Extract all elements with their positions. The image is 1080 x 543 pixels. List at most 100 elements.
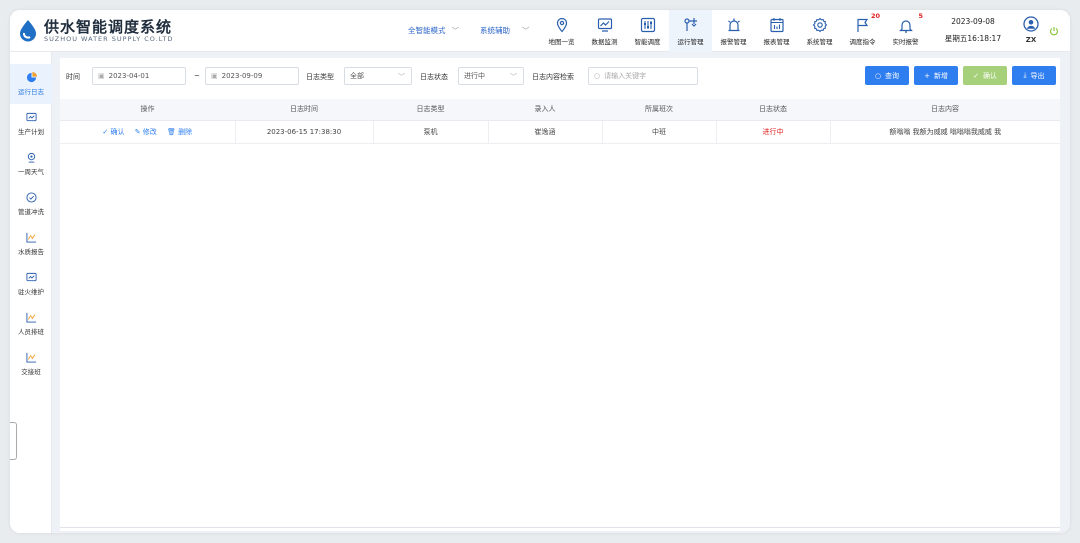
nav-realtime-alarm[interactable]: 5 实时报警 xyxy=(884,10,927,52)
flow-network-icon xyxy=(683,17,697,31)
row-shift: 中班 xyxy=(602,120,717,144)
check-icon: ✓ xyxy=(973,71,979,80)
col-header-shift: 所属班次 xyxy=(602,99,716,121)
sidebar-item-shift-handover[interactable]: 交接班 xyxy=(10,344,52,384)
user-name: ZX xyxy=(1025,36,1037,44)
sidebar-item-weekly-weather[interactable]: 一周天气 xyxy=(10,144,52,184)
row-delete-link[interactable]: 🗑︎ 删除 xyxy=(167,128,192,136)
plus-icon: + xyxy=(924,71,930,80)
log-type-select[interactable]: 全部 ﹀ xyxy=(344,67,412,85)
chevron-down-icon: ﹀ xyxy=(451,26,460,35)
date-range-separator: ~ xyxy=(194,72,200,80)
user-menu[interactable]: ZX xyxy=(1020,16,1042,44)
date-from-input[interactable]: ▣ 2023-04-01 xyxy=(92,67,186,85)
command-badge: 20 xyxy=(870,12,880,20)
row-confirm-link[interactable]: ✓ 确认 xyxy=(102,128,124,136)
power-icon[interactable] xyxy=(1049,26,1059,36)
nav-map[interactable]: 地图一览 xyxy=(540,10,583,52)
filter-bar: 时间 ▣ 2023-04-01 ~ ▣ 2023-09-09 日志类型 全部 ﹀ 日志… xyxy=(60,58,1060,94)
weather-icon xyxy=(27,152,35,163)
calendar-icon: ▣ xyxy=(98,72,105,80)
search-input[interactable]: ○ 请输入关键字 xyxy=(588,67,698,85)
gear-icon xyxy=(812,17,827,32)
nav-monitor[interactable]: 数据监测 xyxy=(583,10,626,52)
table-row: ✓ 确认 ✎ 修改 🗑︎ 删除 2023-06-15 17:38:30 泵机 崔… xyxy=(60,120,1060,144)
col-header-content: 日志内容 xyxy=(830,99,1060,121)
nav-alarm-mgmt[interactable]: 报警管理 xyxy=(712,10,755,52)
alarm-light-icon xyxy=(727,18,740,31)
nav-command[interactable]: 20 调度指令 xyxy=(841,10,884,52)
row-type: 泵机 xyxy=(373,120,489,144)
log-status-select[interactable]: 进行中 ﹀ xyxy=(458,67,524,85)
sidebar-item-pipe-flush[interactable]: 管道冲洗 xyxy=(10,184,52,224)
sidebar-item-water-quality[interactable]: 水质报告 xyxy=(10,224,52,264)
nav-operation[interactable]: 运行管理 xyxy=(669,10,712,52)
download-icon: ⤓ xyxy=(1023,71,1027,79)
sidebar-item-maintenance[interactable]: 驻火维护 xyxy=(10,264,52,304)
col-header-person: 录入人 xyxy=(488,99,602,121)
row-status: 进行中 xyxy=(716,120,831,144)
map-pin-icon xyxy=(556,17,567,32)
chevron-down-icon: ﹀ xyxy=(522,26,530,35)
search-icon: ○ xyxy=(874,71,882,80)
check-circle-icon xyxy=(25,192,37,203)
current-date: 2023-09-08 xyxy=(951,17,995,26)
user-avatar-icon xyxy=(1023,16,1039,32)
mode-select[interactable]: 全智能模式 ﹀ xyxy=(408,25,459,36)
chevron-down-icon: ﹀ xyxy=(398,73,405,81)
nav-dispatch[interactable]: 智能调度 xyxy=(626,10,669,52)
assist-select[interactable]: 系统辅助 ﹀ xyxy=(480,25,530,36)
pie-chart-icon xyxy=(26,72,37,83)
main-content: 时间 ▣ 2023-04-01 ~ ▣ 2023-09-09 日志类型 全部 ﹀ 日志… xyxy=(52,52,1070,533)
report-calendar-icon xyxy=(769,17,784,32)
log-panel: 时间 ▣ 2023-04-01 ~ ▣ 2023-09-09 日志类型 全部 ﹀ 日志… xyxy=(60,58,1060,531)
search-label: 日志内容检索 xyxy=(532,73,574,81)
sidebar-collapse-handle[interactable] xyxy=(10,422,17,460)
bell-icon xyxy=(898,19,913,33)
calendar-icon: ▣ xyxy=(211,72,218,80)
monitor-chart-icon xyxy=(597,17,612,32)
date-to-input[interactable]: ▣ 2023-09-09 xyxy=(205,67,299,85)
top-header: 供水智能调度系统 SUZHOU WATER SUPPLY CO.LTD 全智能模… xyxy=(10,10,1070,52)
screen-chart-icon xyxy=(25,112,37,122)
water-drop-logo-icon xyxy=(20,20,36,42)
edit-icon: ✎ xyxy=(134,127,143,136)
line-chart-icon xyxy=(25,352,36,363)
row-actions: ✓ 确认 ✎ 修改 🗑︎ 删除 xyxy=(60,120,236,144)
row-edit-link[interactable]: ✎ 修改 xyxy=(135,128,157,136)
row-person: 崔逸涵 xyxy=(488,120,603,144)
col-header-type: 日志类型 xyxy=(373,99,488,121)
current-time: 星期五16:18:17 xyxy=(944,34,1002,43)
app-window: 供水智能调度系统 SUZHOU WATER SUPPLY CO.LTD 全智能模… xyxy=(10,10,1070,533)
sliders-icon xyxy=(640,17,655,32)
left-sidebar: 运行日志 生产计划 一周天气 管道冲洗 水质报告 驻火维护 人员排班 交接班 xyxy=(10,52,52,533)
confirm-button[interactable]: ✓ 确认 xyxy=(963,66,1007,85)
line-chart-icon xyxy=(25,312,36,323)
row-time: 2023-06-15 17:38:30 xyxy=(235,120,374,144)
col-header-time: 日志时间 xyxy=(235,99,373,121)
datetime-display: 2023-09-08 星期五16:18:17 xyxy=(942,17,1004,44)
add-button[interactable]: + 新增 xyxy=(914,66,958,85)
main-nav: 地图一览 数据监测 智能调度 运行管理 报警管理 报表管理 系统管理 20 调度… xyxy=(540,10,927,52)
line-chart-icon xyxy=(25,232,36,243)
row-content: 额嗡嗡 我额为威威 嗡嗡嗡我威威 我 xyxy=(830,120,1060,144)
col-header-status: 日志状态 xyxy=(716,99,830,121)
app-title: 供水智能调度系统 xyxy=(44,18,173,36)
time-label: 时间 xyxy=(66,73,80,81)
alarm-badge: 5 xyxy=(918,12,923,20)
query-button[interactable]: ○ 查询 xyxy=(865,66,909,85)
sidebar-item-staff-schedule[interactable]: 人员排班 xyxy=(10,304,52,344)
flag-icon xyxy=(856,18,868,32)
search-icon: ○ xyxy=(594,72,601,80)
screen-chart-icon xyxy=(25,272,37,282)
panel-footer-line xyxy=(60,527,1060,531)
trash-icon: 🗑︎ xyxy=(167,127,179,136)
sidebar-item-run-log[interactable]: 运行日志 xyxy=(10,64,52,104)
log-status-label: 日志状态 xyxy=(420,73,448,81)
nav-system[interactable]: 系统管理 xyxy=(798,10,841,52)
nav-report[interactable]: 报表管理 xyxy=(755,10,798,52)
log-type-label: 日志类型 xyxy=(306,73,334,81)
export-button[interactable]: ⤓ 导出 xyxy=(1012,66,1056,85)
chevron-down-icon: ﹀ xyxy=(510,73,517,81)
sidebar-item-production-plan[interactable]: 生产计划 xyxy=(10,104,52,144)
